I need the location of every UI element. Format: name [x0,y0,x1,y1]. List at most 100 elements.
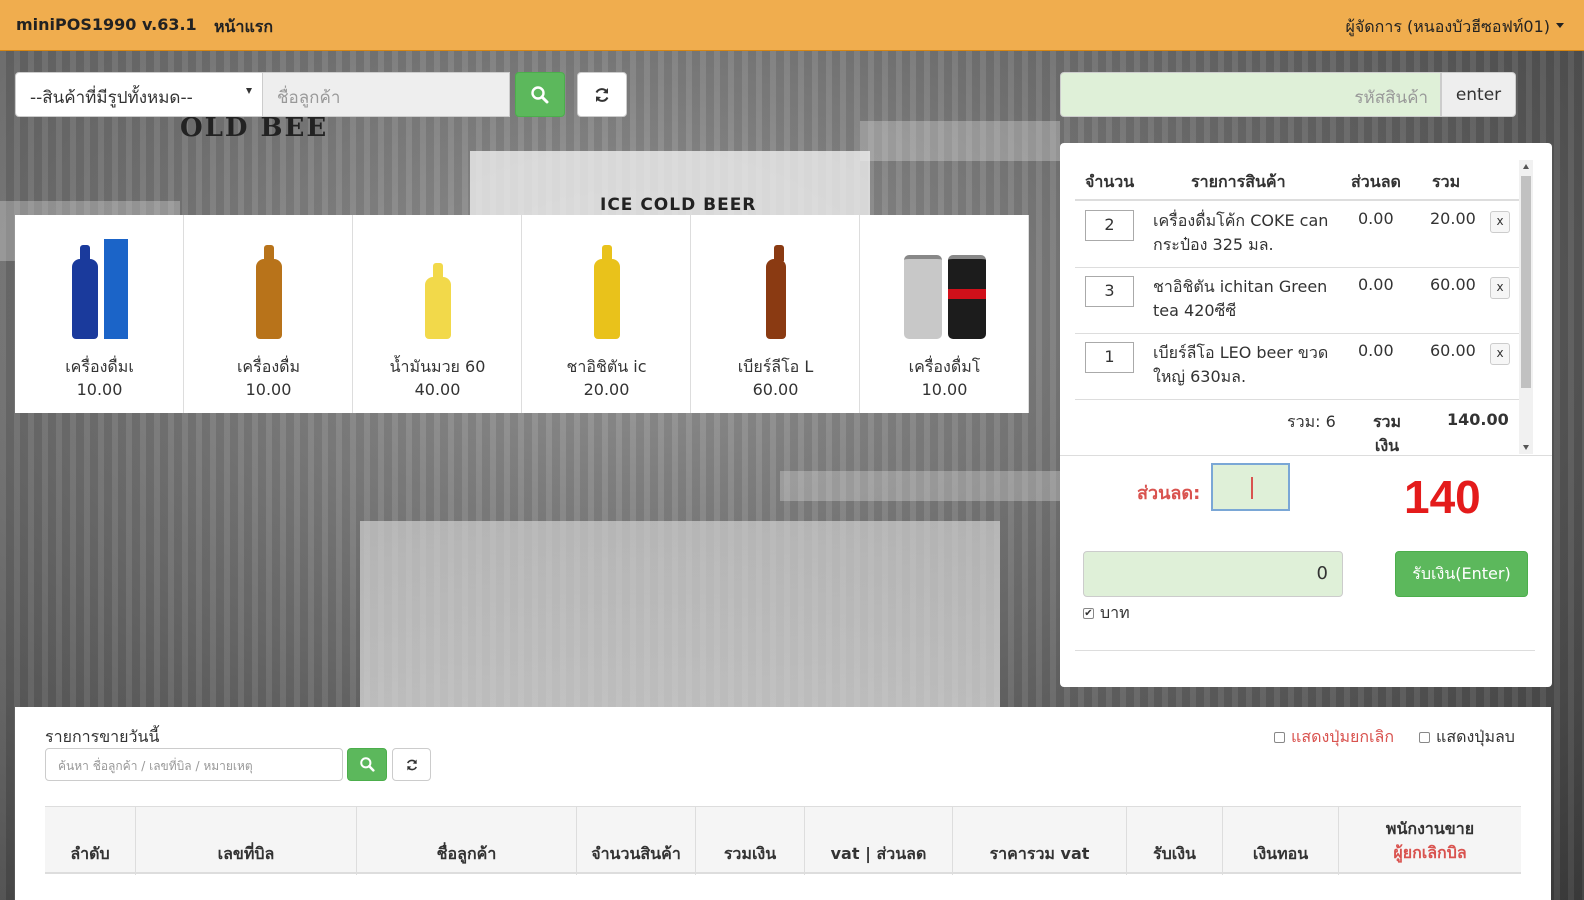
received-amount-input[interactable]: 0 [1083,551,1343,597]
cart-row: 3 ชาอิชิตัน ichitan Green tea 420ซีซี 0.… [1075,268,1520,334]
refresh-icon [406,759,417,770]
product-grid: เครื่องดื่มเ 10.00 เครื่องดื่ม 10.00 น้ำ… [15,215,1030,413]
coke-can-icon [860,229,1029,339]
product-code-input[interactable]: รหัสสินค้า [1060,72,1441,117]
nav-home-link[interactable]: หน้าแรก [214,15,273,40]
customer-name-input[interactable]: ชื่อลูกค้า [262,72,510,117]
th-change[interactable]: เงินทอน [1223,807,1339,875]
enter-button[interactable]: enter [1441,72,1516,117]
cart-summary: รวม: 6 รวม เงิน 140.00 [1075,400,1520,456]
refresh-button[interactable] [577,72,627,117]
checkbox-checked-icon[interactable]: ✔ [1083,608,1094,619]
cart-panel: จำนวน รายการสินค้า ส่วนลด รวม 2 เครื่องด… [1060,143,1552,687]
show-delete-option[interactable]: แสดงปุ่มลบ [1419,725,1515,750]
th-item-count[interactable]: จำนวนสินค้า [577,807,696,875]
sales-table-header: ลำดับ เลขที่บิล ชื่อลูกค้า จำนวนสินค้า ร… [45,806,1521,875]
scroll-down-icon[interactable] [1523,445,1529,450]
remove-item-button[interactable]: x [1490,343,1510,365]
show-cancel-option[interactable]: แสดงปุ่มยกเลิก [1274,725,1394,750]
sales-search-input[interactable]: ค้นหา ชื่อลูกค้า / เลขที่บิล / หมายเหตุ [45,748,343,781]
item-discount: 0.00 [1358,341,1394,360]
checkbox-unchecked-icon[interactable] [1274,732,1285,743]
item-name: เบียร์ลีโอ LEO beer ขวดใหญ่ 630มล. [1153,343,1329,386]
scroll-thumb[interactable] [1521,176,1531,388]
th-received[interactable]: รับเงิน [1127,807,1223,875]
divider [1060,455,1552,456]
pepsi-bottle-icon [15,229,184,339]
product-price: 40.00 [414,380,461,399]
product-card[interactable]: เครื่องดื่มโ 10.00 [860,215,1029,413]
sales-search-button[interactable] [347,748,387,781]
th-staff[interactable]: พนักงานขาย ผู้ยกเลิกบิล [1339,807,1521,875]
category-select[interactable]: --สินค้าที่มีรูปทั้งหมด-- [15,72,263,117]
product-card[interactable]: เบียร์ลีโอ L 60.00 [691,215,860,413]
user-menu[interactable]: ผู้จัดการ (หนองบัวฮีซอฟท์01) [1346,15,1551,40]
th-bill-no[interactable]: เลขที่บิล [136,807,357,875]
divider [1075,650,1535,651]
checkbox-unchecked-icon[interactable] [1419,732,1430,743]
col-qty: จำนวน [1085,172,1135,191]
discount-input[interactable] [1211,463,1290,511]
col-total: รวม [1432,172,1461,191]
ice-cold-beer-sign: ICE COLD BEER [600,195,757,215]
qty-input[interactable]: 2 [1085,210,1134,241]
th-staff-label: พนักงานขาย [1385,819,1475,838]
item-total: 20.00 [1430,209,1476,228]
sales-title: รายการขายวันนี้ [45,727,160,746]
leo-bottle-icon [691,229,860,339]
beer-sign: OLD BEE [180,113,329,143]
item-count: รวม: 6 [1287,412,1336,431]
item-name: เครื่องดื่มโค้ก COKE can กระป๋อง 325 มล. [1153,211,1329,254]
qty-input[interactable]: 3 [1085,276,1134,307]
cart-scrollbar[interactable] [1519,160,1533,454]
item-discount: 0.00 [1358,275,1394,294]
th-index[interactable]: ลำดับ [45,807,136,875]
receive-payment-button[interactable]: รับเงิน(Enter) [1395,551,1528,597]
today-sales-panel: รายการขายวันนี้ ค้นหา ชื่อลูกค้า / เลขที… [15,707,1551,900]
chevron-down-icon[interactable] [1556,23,1564,28]
product-card[interactable]: น้ำมันมวย 60 40.00 [353,215,522,413]
product-name: เครื่องดื่มโ [908,357,981,376]
product-name: เบียร์ลีโอ L [737,357,814,376]
qty-input[interactable]: 1 [1085,342,1134,373]
text-cursor [1251,477,1253,499]
scroll-up-icon[interactable] [1523,164,1529,169]
ichitan-bottle-icon [522,229,691,339]
show-cancel-label: แสดงปุ่มยกเลิก [1291,727,1395,746]
th-total-vat[interactable]: ราคารวม vat [953,807,1127,875]
th-customer[interactable]: ชื่อลูกค้า [357,807,577,875]
show-delete-label: แสดงปุ่มลบ [1436,727,1515,746]
item-discount: 0.00 [1358,209,1394,228]
item-name: ชาอิชิตัน ichitan Green tea 420ซีซี [1153,277,1328,320]
baht-checkbox-group[interactable]: ✔ บาท [1083,601,1130,626]
th-sum[interactable]: รวมเงิน [696,807,805,875]
product-name: น้ำมันมวย 60 [389,357,486,376]
product-card[interactable]: เครื่องดื่ม 10.00 [184,215,353,413]
product-price: 10.00 [245,380,292,399]
product-card[interactable]: ชาอิชิตัน ic 20.00 [522,215,691,413]
remove-item-button[interactable]: x [1490,277,1510,299]
th-vat-discount[interactable]: vat | ส่วนลด [805,807,953,875]
search-icon [359,757,375,772]
item-total: 60.00 [1430,341,1476,360]
cart-row: 1 เบียร์ลีโอ LEO beer ขวดใหญ่ 630มล. 0.0… [1075,334,1520,400]
product-price: 60.00 [752,380,799,399]
select-arrow-icon [246,88,252,94]
app-brand[interactable]: miniPOS1990 v.63.1 [16,15,197,34]
remove-item-button[interactable]: x [1490,211,1510,233]
sales-refresh-button[interactable] [392,748,431,781]
cart-row: 2 เครื่องดื่มโค้ก COKE can กระป๋อง 325 ม… [1075,202,1520,268]
search-icon [531,85,549,103]
sum-label: รวม เงิน [1372,412,1402,455]
product-name: เครื่องดื่ม [236,357,301,376]
discount-label: ส่วนลด: [1137,483,1201,504]
product-price: 20.00 [583,380,630,399]
top-navbar: miniPOS1990 v.63.1 หน้าแรก ผู้จัดการ (หน… [0,0,1584,51]
sum-value: 140.00 [1447,410,1509,429]
product-card[interactable]: เครื่องดื่มเ 10.00 [15,215,184,413]
product-price: 10.00 [921,380,968,399]
search-button[interactable] [515,72,565,117]
baht-label: บาท [1100,603,1130,622]
item-total: 60.00 [1430,275,1476,294]
cart-header: จำนวน รายการสินค้า ส่วนลด รวม [1075,158,1520,201]
